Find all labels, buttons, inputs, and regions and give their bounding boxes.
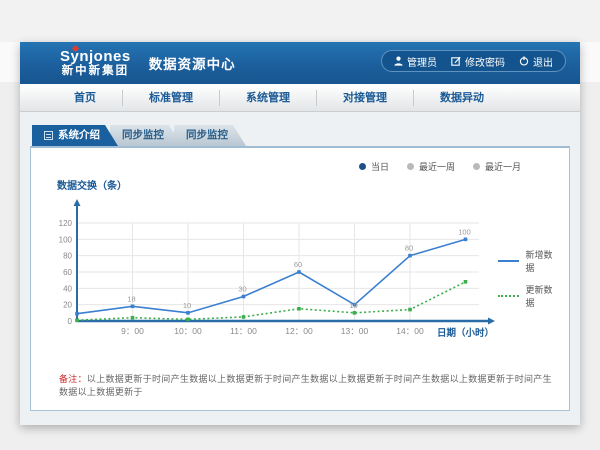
svg-text:11：00: 11：00	[230, 326, 257, 336]
time-range-filters: 当日 最近一周 最近一月	[39, 156, 561, 175]
user-toolbar: 管理员 修改密码 退出	[381, 50, 566, 72]
user-icon	[394, 56, 403, 66]
svg-text:40: 40	[63, 284, 72, 293]
svg-text:60: 60	[294, 260, 302, 269]
current-user-button[interactable]: 管理员	[394, 54, 437, 69]
document-icon	[44, 131, 53, 140]
svg-text:80: 80	[63, 252, 72, 261]
filter-today[interactable]: 当日	[359, 160, 389, 173]
svg-text:20: 20	[63, 301, 72, 310]
app-header: Synjones 新中新集团 数据资源中心 管理员 修改密码	[20, 42, 580, 84]
chart-row: 0 20 40 60 80 100 120 9：00 10：00 11：00 12：00 13：00 1…	[39, 196, 561, 358]
current-user-label: 管理员	[407, 54, 437, 69]
svg-text:9：00: 9：00	[121, 326, 144, 336]
app-window: Synjones 新中新集团 数据资源中心 管理员 修改密码	[20, 42, 580, 425]
company-logo: Synjones 新中新集团	[60, 49, 131, 77]
main-nav: 首页 标准管理 系统管理 对接管理 数据异动	[20, 84, 580, 112]
tab-sync-monitor-2[interactable]: 同步监控	[174, 125, 246, 146]
page-title: 数据资源中心	[149, 53, 236, 73]
chart-panel: 当日 最近一周 最近一月 数据交换（条） 0 20 40 60 80 100 120 9：00…	[30, 146, 570, 411]
change-password-label: 修改密码	[465, 54, 505, 69]
legend-item-updated-data[interactable]: 更新数据	[498, 283, 561, 309]
content-area: 系统介绍 同步监控 同步监控 当日 最近一周	[20, 112, 580, 425]
footnote-prefix: 备注：	[59, 374, 87, 384]
filter-label: 最近一月	[485, 160, 521, 173]
svg-text:120: 120	[59, 219, 73, 228]
logo-subtext: 新中新集团	[60, 65, 131, 77]
filter-last-week[interactable]: 最近一周	[407, 160, 455, 173]
filter-last-month[interactable]: 最近一月	[473, 160, 521, 173]
svg-text:60: 60	[63, 268, 72, 277]
tab-bar: 系统介绍 同步监控 同步监控	[32, 125, 570, 146]
filter-label: 当日	[371, 160, 389, 173]
radio-selected-icon	[359, 163, 366, 170]
solid-line-swatch	[498, 260, 520, 262]
svg-text:18: 18	[127, 294, 135, 303]
legend-label: 新增数据	[525, 248, 561, 274]
nav-item-system-mgmt[interactable]: 系统管理	[220, 90, 317, 106]
tab-label: 同步监控	[186, 125, 228, 146]
logo-text: Synjones	[60, 49, 131, 65]
tab-system-intro[interactable]: 系统介绍	[32, 125, 118, 146]
legend-label: 更新数据	[525, 283, 561, 309]
svg-text:100: 100	[59, 235, 73, 244]
svg-text:100: 100	[458, 227, 471, 236]
dotted-line-swatch	[498, 295, 520, 297]
svg-text:10: 10	[183, 301, 191, 310]
svg-text:14：00: 14：00	[396, 326, 424, 336]
filter-label: 最近一周	[419, 160, 455, 173]
tab-label: 系统介绍	[58, 125, 100, 146]
nav-item-home[interactable]: 首页	[48, 90, 123, 106]
svg-text:10: 10	[349, 301, 357, 310]
radio-icon	[407, 163, 414, 170]
logout-label: 退出	[533, 54, 553, 69]
radio-icon	[473, 163, 480, 170]
nav-item-standard-mgmt[interactable]: 标准管理	[123, 90, 220, 106]
svg-text:30: 30	[238, 285, 246, 294]
line-chart: 0 20 40 60 80 100 120 9：00 10：00 11：00 12：00 13：00 1…	[39, 196, 496, 358]
svg-text:10：00: 10：00	[174, 326, 202, 336]
svg-text:80: 80	[405, 244, 413, 253]
tab-label: 同步监控	[122, 125, 164, 146]
power-icon	[519, 56, 529, 66]
logout-button[interactable]: 退出	[519, 54, 553, 69]
footnote-text: 以上数据更新于时间产生数据以上数据更新于时间产生数据以上数据更新于时间产生数据以…	[59, 374, 552, 397]
svg-text:日期（小时）: 日期（小时）	[437, 327, 494, 339]
nav-item-interface-mgmt[interactable]: 对接管理	[317, 90, 414, 106]
nav-item-data-change[interactable]: 数据异动	[414, 90, 510, 106]
chart-legend: 新增数据 更新数据	[498, 248, 561, 318]
footnote: 备注：以上数据更新于时间产生数据以上数据更新于时间产生数据以上数据更新于时间产生…	[59, 372, 561, 398]
change-password-button[interactable]: 修改密码	[451, 54, 505, 69]
svg-text:12：00: 12：00	[285, 326, 313, 336]
tab-sync-monitor-1[interactable]: 同步监控	[110, 125, 182, 146]
y-axis-title: 数据交换（条）	[57, 177, 561, 192]
legend-item-new-data[interactable]: 新增数据	[498, 248, 561, 274]
edit-icon	[451, 56, 461, 66]
page-background: Synjones 新中新集团 数据资源中心 管理员 修改密码	[0, 42, 600, 450]
svg-text:13：00: 13：00	[341, 326, 369, 336]
svg-text:0: 0	[68, 317, 73, 326]
